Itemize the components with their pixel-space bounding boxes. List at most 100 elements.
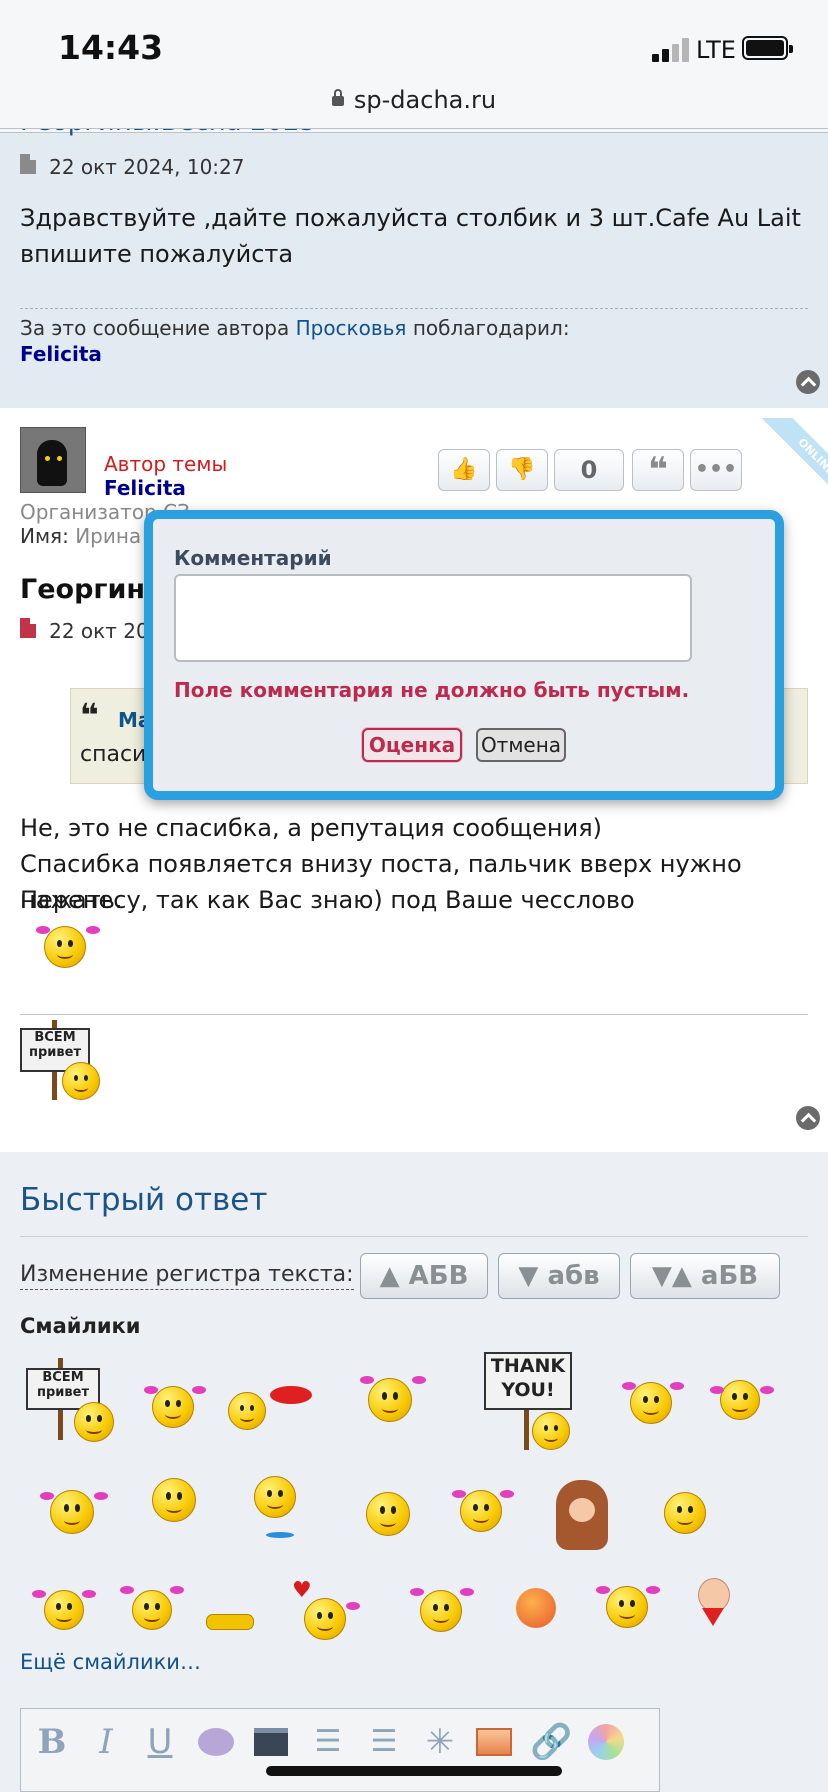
thanks-author-link[interactable]: Просковья bbox=[296, 316, 407, 340]
thanks-user-link[interactable]: Felicita bbox=[20, 342, 102, 366]
smiley-cry[interactable] bbox=[366, 1492, 410, 1536]
bow-decoration bbox=[500, 1490, 514, 1498]
smiley-scared[interactable] bbox=[460, 1490, 502, 1532]
bow-decoration bbox=[170, 1586, 184, 1594]
quote-button[interactable]: ❝ bbox=[632, 449, 684, 491]
post-body-line: Здравствуйте ,дайте пожалуйста столбик и… bbox=[20, 204, 801, 232]
smiley-angry[interactable] bbox=[516, 1588, 556, 1628]
bow-decoration bbox=[412, 1376, 426, 1384]
status-time: 14:43 bbox=[58, 28, 164, 67]
smiley-wave[interactable] bbox=[368, 1378, 412, 1422]
color-wheel-icon[interactable] bbox=[586, 1722, 626, 1762]
smiley-wink[interactable] bbox=[606, 1586, 648, 1628]
smiley-dance[interactable] bbox=[50, 1490, 94, 1534]
bow-decoration bbox=[670, 1382, 684, 1390]
divider bbox=[20, 1236, 808, 1237]
smiley-caveman[interactable] bbox=[556, 1480, 608, 1550]
back-to-top-icon[interactable] bbox=[796, 370, 820, 394]
smiley-image bbox=[62, 1062, 100, 1100]
smiley-hello[interactable] bbox=[74, 1402, 114, 1442]
link-icon[interactable]: 🔗 bbox=[530, 1722, 572, 1762]
underline-icon[interactable]: U bbox=[140, 1722, 180, 1762]
lock-icon bbox=[331, 89, 344, 106]
quote-text: спаси bbox=[80, 742, 147, 767]
bold-icon[interactable]: B bbox=[32, 1722, 72, 1762]
signal-icon bbox=[652, 38, 692, 62]
back-to-top-icon[interactable] bbox=[796, 1106, 820, 1130]
smiley-laugh[interactable] bbox=[152, 1478, 196, 1522]
rate-button[interactable]: Оценка bbox=[362, 728, 462, 762]
bow-decoration bbox=[40, 1492, 54, 1500]
cancel-button[interactable]: Отмена bbox=[476, 728, 566, 762]
bow-decoration bbox=[596, 1586, 610, 1594]
quote-icon: ❝ bbox=[648, 450, 668, 490]
smilies-title: Смайлики bbox=[20, 1314, 141, 1338]
bow-decoration bbox=[360, 1376, 374, 1384]
more-button[interactable]: ••• bbox=[690, 449, 742, 491]
smiley-happy[interactable] bbox=[152, 1386, 194, 1428]
lips-decoration bbox=[270, 1386, 312, 1404]
smiley-content[interactable] bbox=[132, 1590, 172, 1630]
rating-value: 0 bbox=[554, 449, 624, 491]
post-icon bbox=[20, 154, 36, 174]
togglecase-button[interactable]: ▼▲ аБВ bbox=[630, 1253, 780, 1299]
post-date: 22 окт 2024, 10:27 bbox=[49, 155, 245, 179]
smiley-blush[interactable] bbox=[420, 1590, 462, 1632]
bow-decoration bbox=[760, 1386, 774, 1394]
smiley-sign-thanks[interactable]: THANK YOU! bbox=[484, 1352, 572, 1410]
dislike-button[interactable]: 👎 bbox=[496, 449, 548, 491]
smiley-sad[interactable] bbox=[664, 1492, 706, 1534]
smiley-tongue[interactable] bbox=[254, 1476, 296, 1518]
author-name-label: Имя: bbox=[20, 524, 69, 548]
thumbs-down-icon: 👎 bbox=[508, 457, 536, 482]
thanks-prefix: За это сообщение автора bbox=[20, 316, 290, 340]
italic-icon[interactable]: I bbox=[86, 1722, 126, 1762]
smiley-surprised[interactable] bbox=[44, 1590, 84, 1630]
network-type: LTE bbox=[696, 36, 736, 64]
quote-mark-icon: ❝ bbox=[80, 696, 99, 734]
bow-decoration bbox=[346, 1602, 360, 1610]
smiley-shy[interactable] bbox=[630, 1382, 672, 1424]
thanks-suffix: поблагодарил: bbox=[412, 316, 570, 340]
author-name[interactable]: Felicita bbox=[104, 476, 186, 500]
address-bar[interactable]: sp-dacha.ru bbox=[0, 86, 828, 114]
like-button[interactable]: 👍 bbox=[438, 449, 490, 491]
author-real-name: Ирина bbox=[75, 524, 142, 548]
smiley-image bbox=[44, 926, 86, 968]
avatar[interactable] bbox=[20, 427, 86, 493]
bow-decoration bbox=[460, 1588, 474, 1596]
asterisk-icon[interactable]: ✳ bbox=[420, 1722, 460, 1762]
battery-icon bbox=[742, 36, 793, 60]
image-icon[interactable] bbox=[474, 1722, 514, 1762]
lowercase-button[interactable]: ▼ абв bbox=[498, 1253, 620, 1299]
bow-decoration bbox=[82, 1590, 96, 1598]
comment-input[interactable] bbox=[174, 574, 692, 662]
url-text: sp-dacha.ru bbox=[353, 86, 497, 114]
author-realname-row: Имя: Ирина bbox=[20, 524, 141, 548]
case-change-label: Изменение регистра текста: bbox=[20, 1262, 354, 1290]
smiley-thanks[interactable] bbox=[532, 1412, 570, 1450]
bow-decoration bbox=[120, 1586, 134, 1594]
more-smilies-link[interactable]: Ещё смайлики… bbox=[20, 1650, 201, 1674]
bullet-list-icon[interactable]: ☰ bbox=[308, 1722, 348, 1762]
smiley-grin[interactable] bbox=[720, 1380, 760, 1420]
uppercase-button[interactable]: ▲ АБВ bbox=[360, 1253, 488, 1299]
numbered-list-icon[interactable]: ☰ bbox=[364, 1722, 404, 1762]
signature-divider bbox=[20, 1014, 808, 1015]
bow-decoration bbox=[710, 1386, 724, 1394]
heart-icon: ♥ bbox=[292, 1578, 312, 1603]
post-icon bbox=[20, 618, 36, 638]
bow-decoration bbox=[144, 1386, 158, 1394]
bow-decoration bbox=[646, 1586, 660, 1594]
smiley-love[interactable] bbox=[304, 1598, 346, 1640]
online-badge: ONLINE bbox=[736, 418, 828, 510]
smiley-kiss[interactable] bbox=[228, 1392, 266, 1430]
bow-decoration bbox=[36, 926, 50, 934]
divider bbox=[20, 308, 808, 309]
online-badge-text: ONLINE bbox=[758, 418, 828, 510]
code-icon[interactable] bbox=[252, 1722, 292, 1762]
smiley-flat[interactable] bbox=[206, 1614, 254, 1630]
smiley-pioneer[interactable] bbox=[698, 1578, 730, 1632]
puddle-decoration bbox=[266, 1532, 294, 1538]
quote-icon[interactable] bbox=[196, 1722, 236, 1762]
